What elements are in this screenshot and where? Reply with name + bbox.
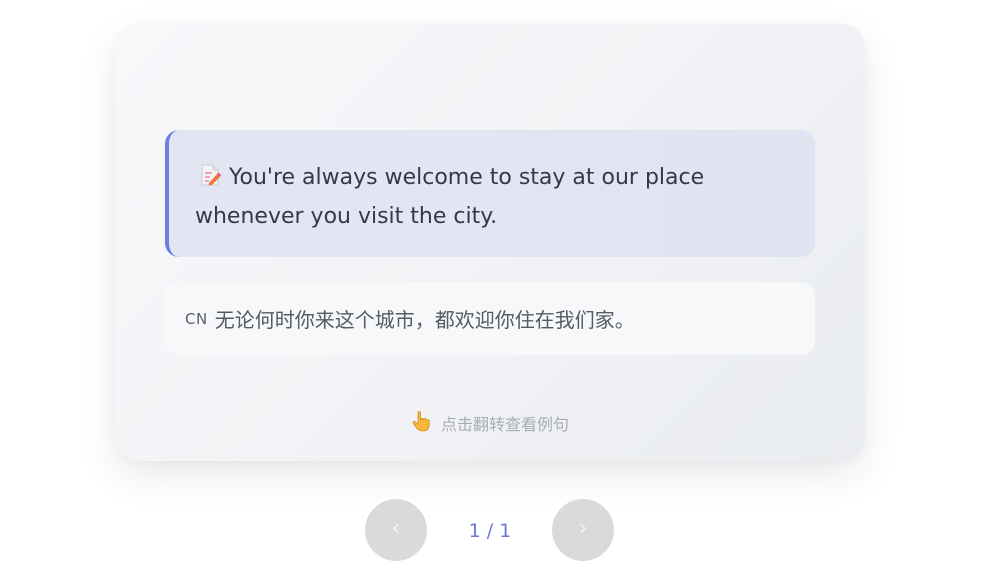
pointing-hand-icon: [411, 410, 431, 436]
flip-hint: 点击翻转查看例句: [115, 410, 865, 436]
card-counter: 1 / 1: [468, 520, 512, 542]
flashcard-stage: You're always welcome to stay at our pla…: [0, 0, 984, 576]
example-sentence-box: You're always welcome to stay at our pla…: [165, 130, 815, 257]
translation-box: CN 无论何时你来这个城市，都欢迎你住在我们家。: [165, 282, 815, 355]
flashcard[interactable]: You're always welcome to stay at our pla…: [115, 24, 865, 461]
memo-icon: [199, 161, 221, 186]
language-tag: CN: [185, 309, 208, 328]
next-card-button[interactable]: ›: [552, 499, 614, 561]
translation-text: 无论何时你来这个城市，都欢迎你住在我们家。: [214, 308, 635, 332]
example-sentence-text: You're always welcome to stay at our pla…: [195, 165, 705, 229]
flip-hint-text: 点击翻转查看例句: [440, 415, 569, 434]
previous-card-button[interactable]: ‹: [365, 499, 427, 561]
